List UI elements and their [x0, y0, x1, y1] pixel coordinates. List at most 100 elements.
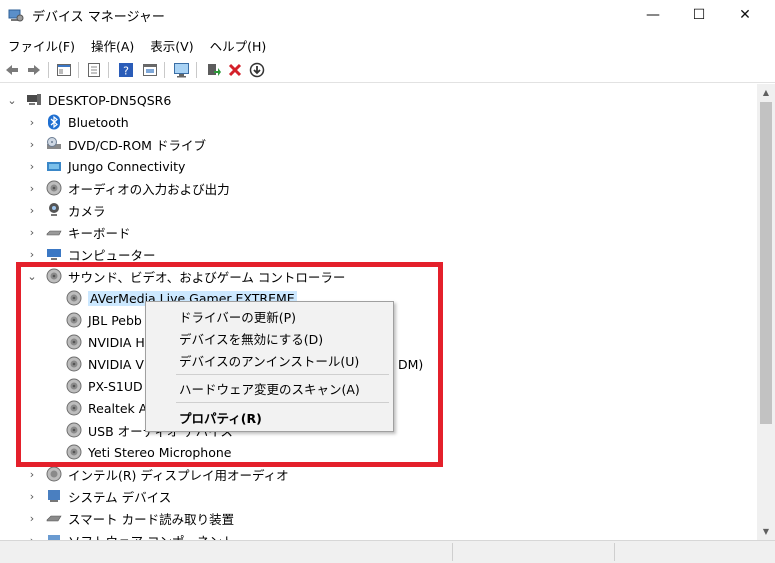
network-icon: [47, 162, 61, 171]
toolbar-separator: [78, 62, 79, 78]
menu-file[interactable]: ファイル(F): [0, 33, 83, 55]
software-component-icon: [48, 535, 60, 540]
scroll-down-icon[interactable]: ▼: [757, 523, 775, 540]
menu-action[interactable]: 操作(A): [83, 33, 142, 55]
chevron-right-icon[interactable]: ›: [26, 490, 38, 503]
scrollbar-thumb[interactable]: [760, 102, 772, 424]
scan-hardware-button[interactable]: [172, 60, 192, 80]
chevron-right-icon[interactable]: ›: [26, 226, 38, 239]
back-button[interactable]: [2, 60, 22, 80]
tree-category[interactable]: › システム デバイス: [26, 485, 171, 507]
properties-panel-icon: [57, 64, 71, 76]
category-label: ソフトウェア コンポーネント: [68, 531, 234, 541]
camera-icon: [49, 203, 59, 216]
forward-button[interactable]: [24, 60, 44, 80]
chevron-right-icon[interactable]: ›: [26, 138, 38, 151]
monitor-icon: [174, 63, 189, 78]
chevron-right-icon[interactable]: ›: [26, 160, 38, 173]
tree-category[interactable]: › カメラ: [26, 199, 106, 221]
help-icon: ?: [119, 63, 133, 78]
chevron-right-icon[interactable]: ›: [26, 468, 38, 481]
category-label: システム デバイス: [68, 489, 172, 505]
category-label: キーボード: [68, 225, 131, 241]
uninstall-button[interactable]: [225, 60, 245, 80]
bluetooth-icon: [48, 114, 60, 130]
forward-arrow-icon: [28, 65, 40, 75]
menu-scan-hardware[interactable]: ハードウェア変更のスキャン(A): [179, 378, 360, 398]
category-label: Bluetooth: [68, 114, 129, 130]
menu-separator: [176, 402, 389, 403]
category-label: コンピューター: [68, 247, 156, 263]
menu-separator: [176, 374, 389, 375]
speaker-icon: [46, 466, 62, 482]
tree-category[interactable]: › スマート カード読み取り装置: [26, 507, 234, 529]
show-hide-console-button[interactable]: [54, 60, 74, 80]
back-arrow-icon: [6, 65, 18, 75]
download-button[interactable]: [247, 60, 267, 80]
menu-properties[interactable]: プロパティ(R): [179, 407, 262, 427]
minimize-icon: —: [646, 7, 660, 23]
maximize-icon: ☐: [692, 7, 706, 23]
status-bar: [0, 540, 775, 563]
chevron-right-icon[interactable]: ›: [26, 204, 38, 217]
root-label: DESKTOP-DN5QSR6: [48, 92, 172, 108]
scroll-up-icon[interactable]: ▲: [757, 84, 775, 101]
category-label: Jungo Connectivity: [68, 158, 186, 174]
chevron-down-icon[interactable]: ⌄: [6, 94, 18, 107]
title-bar: デバイス マネージャー — ☐ ✕: [0, 0, 775, 30]
download-icon: [249, 62, 265, 78]
svg-text:?: ?: [123, 65, 129, 78]
category-label: スマート カード読み取り装置: [68, 511, 235, 527]
toolbar-separator: [48, 62, 49, 78]
view-button[interactable]: [140, 60, 160, 80]
category-label: DVD/CD-ROM ドライブ: [68, 137, 206, 153]
tree-category[interactable]: › ソフトウェア コンポーネント: [26, 529, 234, 540]
device-list-icon: [88, 63, 100, 77]
device-manager-app-icon: [8, 9, 24, 22]
menu-uninstall-device[interactable]: デバイスのアンインストール(U): [179, 350, 359, 370]
minimize-button[interactable]: —: [630, 0, 676, 30]
computer-icon: [27, 94, 41, 105]
context-menu: ドライバーの更新(P) デバイスを無効にする(D) デバイスのアンインストール(…: [145, 301, 394, 432]
chevron-right-icon[interactable]: ›: [26, 248, 38, 261]
tree-root[interactable]: ⌄ DESKTOP-DN5QSR6: [6, 89, 171, 111]
update-driver-button[interactable]: [203, 60, 223, 80]
uninstall-x-icon: [228, 63, 242, 77]
maximize-button[interactable]: ☐: [676, 0, 722, 30]
status-bar-divider: [452, 543, 453, 561]
status-bar-divider: [614, 543, 615, 561]
category-label: カメラ: [68, 203, 106, 219]
tree-category[interactable]: › キーボード: [26, 221, 131, 243]
menu-view[interactable]: 表示(V): [142, 33, 201, 55]
tree-category[interactable]: › オーディオの入力および出力: [26, 177, 230, 199]
update-driver-icon: [208, 64, 221, 76]
help-button[interactable]: ?: [116, 60, 136, 80]
toolbar-separator: [108, 62, 109, 78]
chevron-right-icon[interactable]: ›: [26, 182, 38, 195]
close-icon: ✕: [739, 7, 751, 23]
chevron-right-icon[interactable]: ›: [26, 512, 38, 525]
tree-category[interactable]: › DVD/CD-ROM ドライブ: [26, 133, 206, 155]
toolbar-separator: [164, 62, 165, 78]
dvd-drive-icon: [47, 137, 61, 149]
close-button[interactable]: ✕: [722, 0, 768, 30]
view-icon: [143, 64, 157, 76]
toolbar: ?: [0, 57, 775, 83]
menu-help[interactable]: ヘルプ(H): [202, 33, 275, 55]
computer-icon: [47, 249, 61, 260]
vertical-scrollbar[interactable]: ▲ ▼: [757, 84, 775, 540]
menu-bar: ファイル(F) 操作(A) 表示(V) ヘルプ(H): [0, 33, 274, 55]
tree-category[interactable]: › Jungo Connectivity: [26, 155, 186, 177]
speaker-icon: [46, 180, 62, 196]
toolbar-separator: [196, 62, 197, 78]
chevron-right-icon[interactable]: ›: [26, 116, 38, 129]
menu-disable-device[interactable]: デバイスを無効にする(D): [179, 328, 323, 348]
menu-update-driver[interactable]: ドライバーの更新(P): [179, 306, 296, 326]
tree-category[interactable]: › Bluetooth: [26, 111, 129, 133]
category-label: オーディオの入力および出力: [68, 181, 230, 197]
device-list-button[interactable]: [84, 60, 104, 80]
system-device-icon: [48, 490, 60, 502]
smart-card-icon: [46, 515, 62, 522]
category-label: インテル(R) ディスプレイ用オーディオ: [68, 467, 289, 483]
window-title: デバイス マネージャー: [32, 10, 165, 25]
